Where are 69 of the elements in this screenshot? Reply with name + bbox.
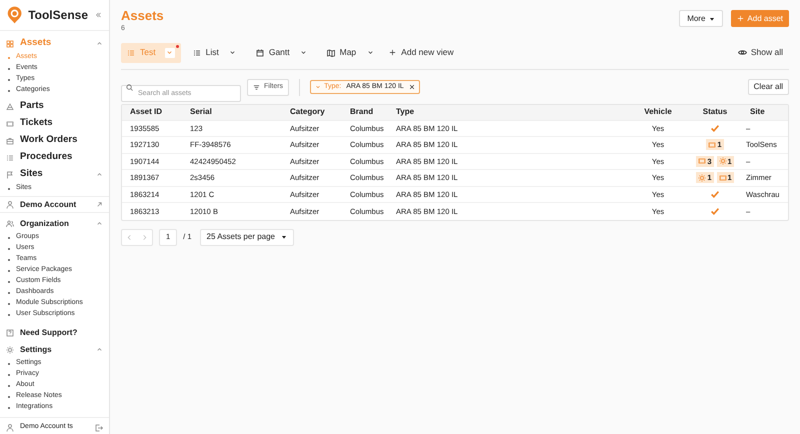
column-header[interactable]: Asset ID [122,104,182,120]
clear-all-button[interactable]: Clear all [748,79,789,95]
avatar-icon [6,424,14,432]
plus-icon [389,49,396,56]
list-icon [127,48,135,56]
triangle-icon [6,102,14,110]
column-header[interactable]: Serial [182,104,282,120]
search-icon [126,84,133,90]
column-header[interactable]: Category [282,104,342,120]
chevron-up-icon [96,346,103,353]
calendar-icon [256,48,264,56]
column-header[interactable]: Status [688,104,742,120]
chevron-right-icon [141,234,148,240]
nav-item[interactable]: Need Support? [0,324,109,341]
per-page-dropdown[interactable]: 25 Assets per page [200,228,294,246]
close-icon [408,84,415,90]
nav-item[interactable]: Sites [0,166,109,183]
plus-icon [737,15,744,22]
chevron-down-icon [166,49,174,56]
people-icon [6,220,14,228]
nav-item[interactable]: Procedures [0,149,109,166]
column-header[interactable]: Brand [342,104,388,120]
nav-item[interactable]: Tickets [0,115,109,132]
list-icon [6,154,14,162]
view-tab[interactable]: Map [320,42,382,62]
chevron-down-icon [315,84,322,90]
map-icon [326,48,335,56]
view-tab[interactable]: Gantt [250,42,315,62]
chevron-left-icon [126,234,133,240]
briefcase-icon [6,136,14,144]
chevron-up-icon [96,171,103,178]
collapse-button[interactable] [94,11,102,19]
chevron-down-icon [366,49,374,56]
grid-icon [6,40,14,48]
page-title: Assets [121,8,165,24]
caret-icon [709,16,716,22]
add-view-button[interactable]: Add new view [389,46,454,59]
check-icon [710,124,720,133]
chevron-up-icon [96,40,103,47]
account-item[interactable]: Demo Account [0,196,109,213]
flag-icon [6,170,14,178]
nav-item[interactable]: Organization [0,215,109,232]
chevron-down-icon [300,49,308,56]
settings-icon [6,346,14,354]
person-icon [6,200,14,208]
help-icon [6,328,14,336]
caret-icon [281,234,288,240]
logout-icon [95,424,103,432]
more-button[interactable]: More [679,10,724,27]
nav-item[interactable]: Settings [0,341,109,358]
eye-icon [738,48,747,57]
dropdown-toggle[interactable] [164,48,175,58]
view-tab[interactable]: List [186,42,244,62]
brand-name: ToolSense [28,7,88,24]
logout-button[interactable] [95,424,103,432]
show-all-button[interactable]: Show all [738,46,783,59]
nav-item[interactable]: Work Orders [0,132,109,149]
column-header[interactable]: Site [742,104,788,120]
ticket-icon [6,120,14,128]
external-link-icon [96,201,103,208]
chevron-down-icon [229,49,236,56]
chevron-up-icon [96,220,103,227]
collapse-icon [94,11,102,19]
column-header[interactable]: Vehicle [628,104,688,120]
nav-item[interactable]: Parts [0,98,109,115]
filter-icon [253,84,260,90]
column-header[interactable]: Type [388,104,628,120]
list-icon [192,48,201,56]
logo-icon [7,5,22,25]
